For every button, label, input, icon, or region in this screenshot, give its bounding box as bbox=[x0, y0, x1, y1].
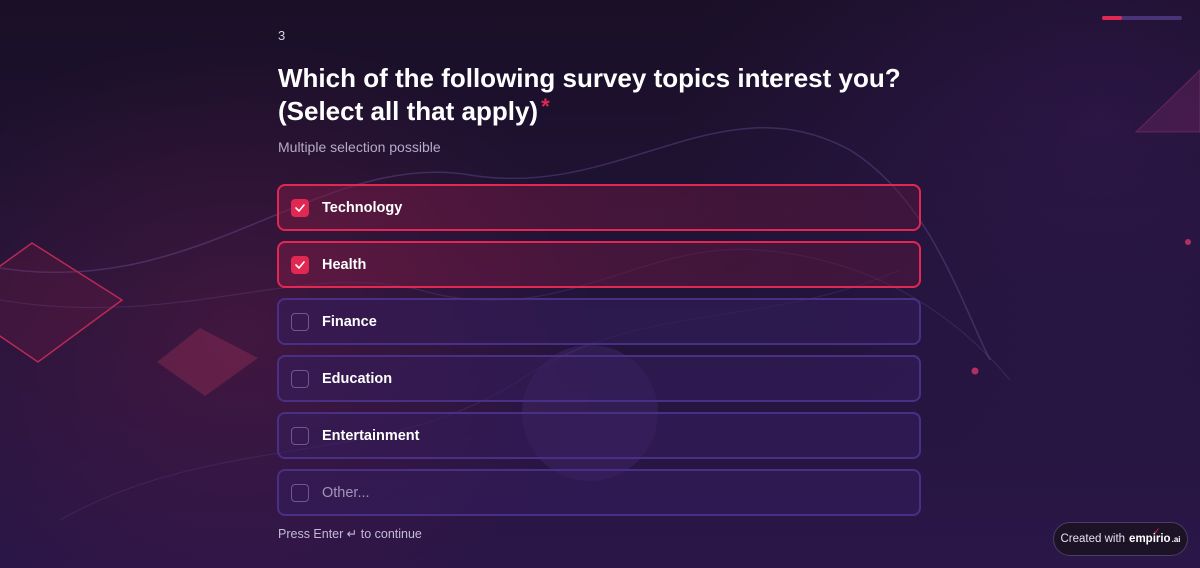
brand-suffix: .ai bbox=[1171, 534, 1181, 544]
brand-name: empirio bbox=[1129, 533, 1171, 545]
option-technology[interactable]: Technology bbox=[277, 184, 921, 231]
option-label: Technology bbox=[322, 199, 403, 216]
progress-bar-fill bbox=[1102, 16, 1122, 20]
question-title: Which of the following survey topics int… bbox=[278, 62, 918, 129]
option-health[interactable]: Health bbox=[277, 241, 921, 288]
continue-hint: Press Enter ↵ to continue bbox=[278, 527, 422, 541]
checkbox[interactable] bbox=[291, 255, 309, 274]
checkbox[interactable] bbox=[291, 198, 309, 217]
checkbox[interactable] bbox=[291, 312, 309, 331]
question-subtitle: Multiple selection possible bbox=[278, 139, 441, 155]
option-label: Finance bbox=[322, 313, 377, 330]
diamond-shape bbox=[0, 242, 124, 363]
option-label: Health bbox=[322, 256, 367, 273]
option-education[interactable]: Education bbox=[277, 355, 921, 402]
option-label: Education bbox=[322, 370, 393, 387]
diamond-shape bbox=[157, 328, 258, 396]
option-other[interactable]: Other... bbox=[277, 469, 921, 516]
check-icon bbox=[295, 260, 305, 269]
check-icon bbox=[295, 203, 305, 212]
checkbox[interactable] bbox=[291, 426, 309, 445]
question-number: 3 bbox=[278, 28, 286, 43]
created-with-badge[interactable]: Created with empirio ✓ .ai bbox=[1053, 522, 1188, 556]
brand-logo: empirio ✓ bbox=[1129, 526, 1171, 545]
progress-bar bbox=[1102, 16, 1182, 20]
dot-shape bbox=[1185, 239, 1191, 245]
logo-mark-icon: ✓ bbox=[1153, 526, 1161, 536]
checkbox[interactable] bbox=[291, 369, 309, 388]
options-list: Technology Health Finance Education Ente… bbox=[277, 184, 921, 526]
option-entertainment[interactable]: Entertainment bbox=[277, 412, 921, 459]
option-finance[interactable]: Finance bbox=[277, 298, 921, 345]
option-label: Entertainment bbox=[322, 427, 420, 444]
badge-prefix: Created with bbox=[1060, 533, 1126, 545]
question-title-text: Which of the following survey topics int… bbox=[278, 63, 901, 126]
triangle-shape bbox=[1134, 69, 1200, 133]
dot-shape bbox=[971, 367, 979, 375]
checkbox[interactable] bbox=[291, 483, 309, 502]
other-input-placeholder[interactable]: Other... bbox=[322, 485, 370, 501]
required-mark: * bbox=[541, 94, 550, 119]
